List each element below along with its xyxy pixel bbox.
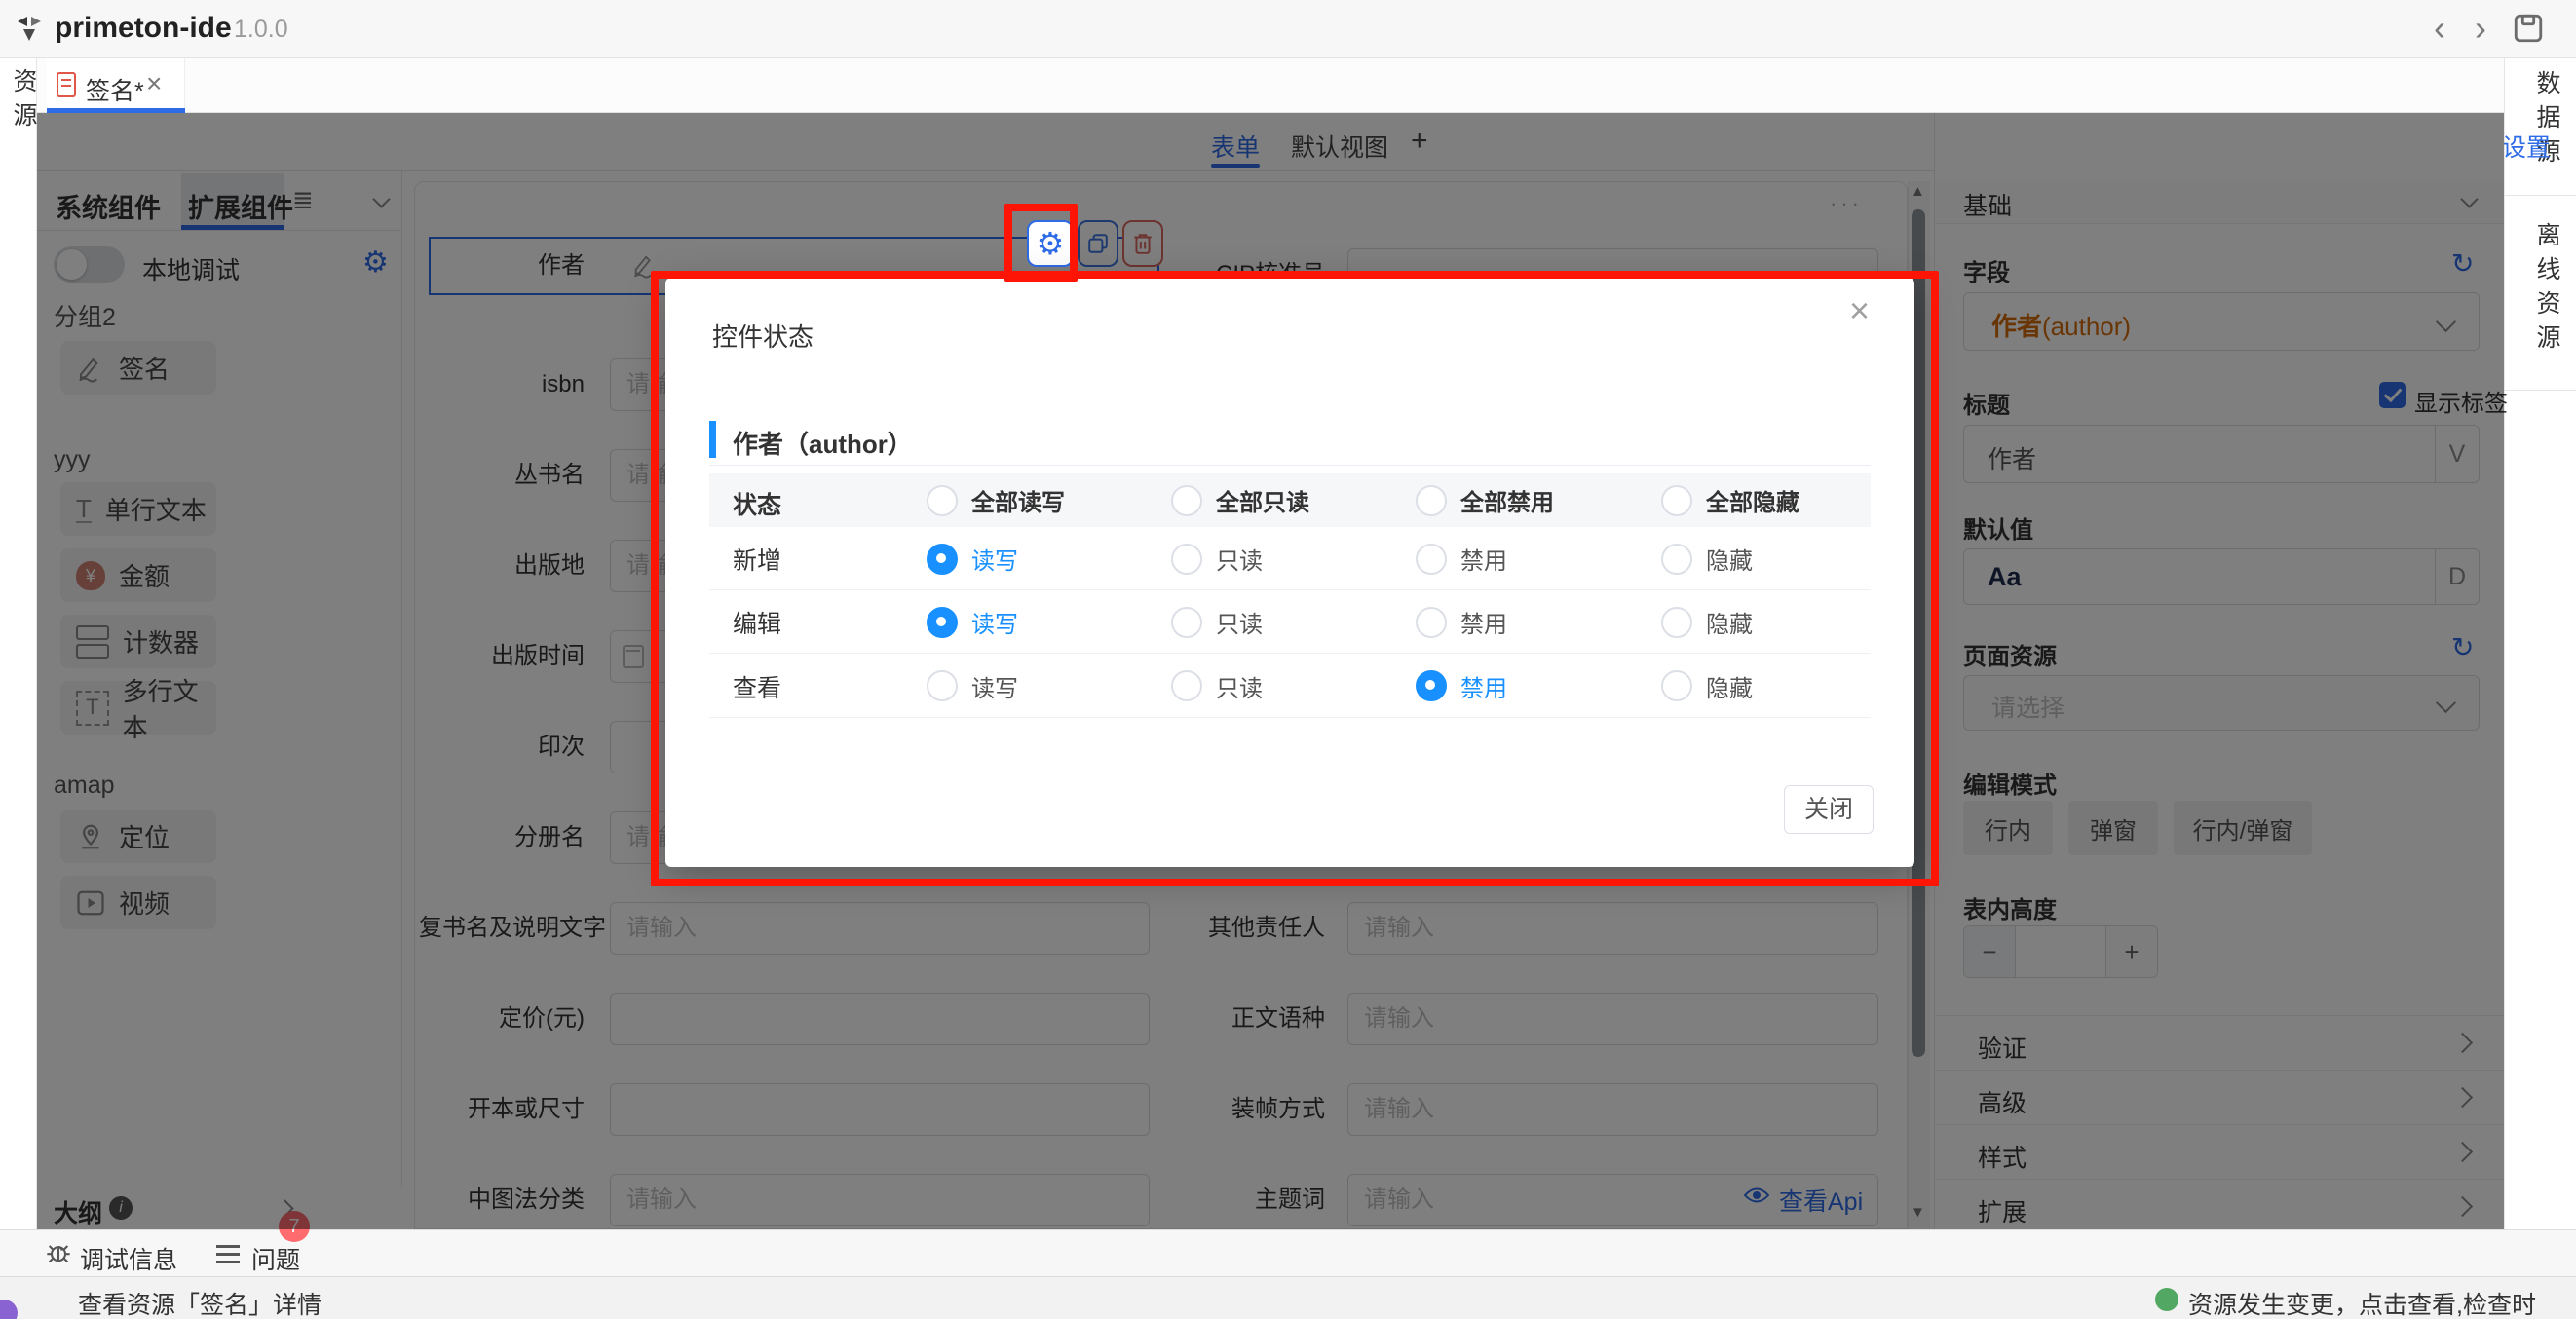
app-version: 1.0.0 — [234, 16, 288, 44]
status-green-dot — [2155, 1288, 2178, 1311]
left-rail — [0, 58, 37, 1229]
app-window: primeton-ide 1.0.0 ‹ › 资源 数据源 离线资源 签名* ×… — [0, 0, 2576, 1319]
forward-icon[interactable]: › — [2475, 8, 2486, 49]
title-bar — [0, 0, 2576, 58]
annotation-rectangle-gear — [1004, 204, 1078, 282]
status-left-text: 查看资源「签名」详情 — [78, 1286, 322, 1319]
debug-bar — [0, 1229, 2576, 1276]
tab-strip — [37, 58, 2504, 113]
problems-button[interactable]: 问题 — [251, 1241, 300, 1276]
bug-icon — [45, 1239, 72, 1266]
document-icon — [57, 72, 76, 97]
status-right-text[interactable]: 资源发生变更，点击查看,检查时间:10:10 — [2188, 1286, 2576, 1319]
tab-label[interactable]: 签名* — [86, 72, 144, 107]
rail-divider — [2504, 195, 2576, 196]
list-icon — [216, 1245, 240, 1263]
app-logo-icon — [14, 14, 45, 45]
save-icon[interactable] — [2512, 12, 2545, 45]
rail-divider — [2504, 390, 2576, 391]
debug-info-button[interactable]: 调试信息 — [80, 1241, 177, 1276]
tab-close-icon[interactable]: × — [146, 68, 162, 99]
back-icon[interactable]: ‹ — [2434, 8, 2445, 49]
app-title: primeton-ide — [55, 12, 232, 45]
rail-tab-offline-resources[interactable]: 离线资源 — [2529, 222, 2564, 358]
rail-tab-resources[interactable]: 资源 — [6, 68, 41, 136]
annotation-rectangle-modal — [651, 271, 1939, 886]
